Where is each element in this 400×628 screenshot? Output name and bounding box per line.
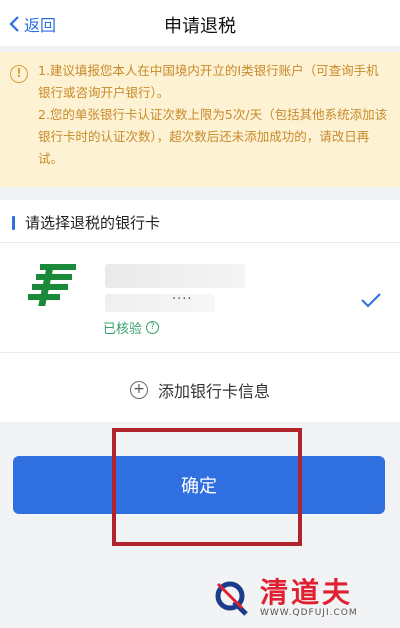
check-icon xyxy=(361,293,381,308)
verified-status: 已核验 ? xyxy=(103,318,160,337)
question-icon[interactable]: ? xyxy=(146,321,160,334)
watermark-url: WWW.QDFUJI.COM xyxy=(260,608,358,618)
add-bank-label: 添加银行卡信息 xyxy=(157,382,270,401)
exclamation-icon: ! xyxy=(10,65,28,83)
top-nav-bar: 返回 申请退税 xyxy=(0,0,400,46)
section-accent-bar xyxy=(12,215,15,230)
watermark-brand: 清道夫 xyxy=(260,576,354,609)
notice-line-2: 2.您的单张银行卡认证次数上限为5次/天（包括其他系统添加该银行卡时的认证次数）… xyxy=(38,107,388,166)
divider xyxy=(0,242,400,243)
card-number-masked: ···· xyxy=(172,292,193,307)
watermark: 清道夫 WWW.QDFUJI.COM xyxy=(212,578,358,618)
highlight-annotation-box xyxy=(112,428,302,546)
card-number-redacted xyxy=(105,294,215,312)
watermark-logo-icon xyxy=(215,581,248,616)
bank-card-section: 请选择退税的银行卡 ···· 已核验 ? + 添加银行卡信息 xyxy=(0,200,400,422)
notice-line-1: 1.建议填报您本人在中国境内开立的Ⅰ类银行账户（可查询手机银行或咨询开户银行）。 xyxy=(38,63,379,100)
add-bank-card-button[interactable]: + 添加银行卡信息 xyxy=(0,378,400,402)
section-title-text: 请选择退税的银行卡 xyxy=(25,214,161,232)
section-title: 请选择退税的银行卡 xyxy=(12,212,160,233)
verified-label: 已核验 xyxy=(103,322,143,337)
bank-name-redacted xyxy=(105,264,245,288)
divider xyxy=(0,352,400,353)
page-title: 申请退税 xyxy=(164,16,236,37)
plus-circle-icon: + xyxy=(129,381,148,399)
postal-bank-logo-icon xyxy=(28,264,76,306)
notice-banner: ! 1.建议填报您本人在中国境内开立的Ⅰ类银行账户（可查询手机银行或咨询开户银行… xyxy=(0,52,400,187)
